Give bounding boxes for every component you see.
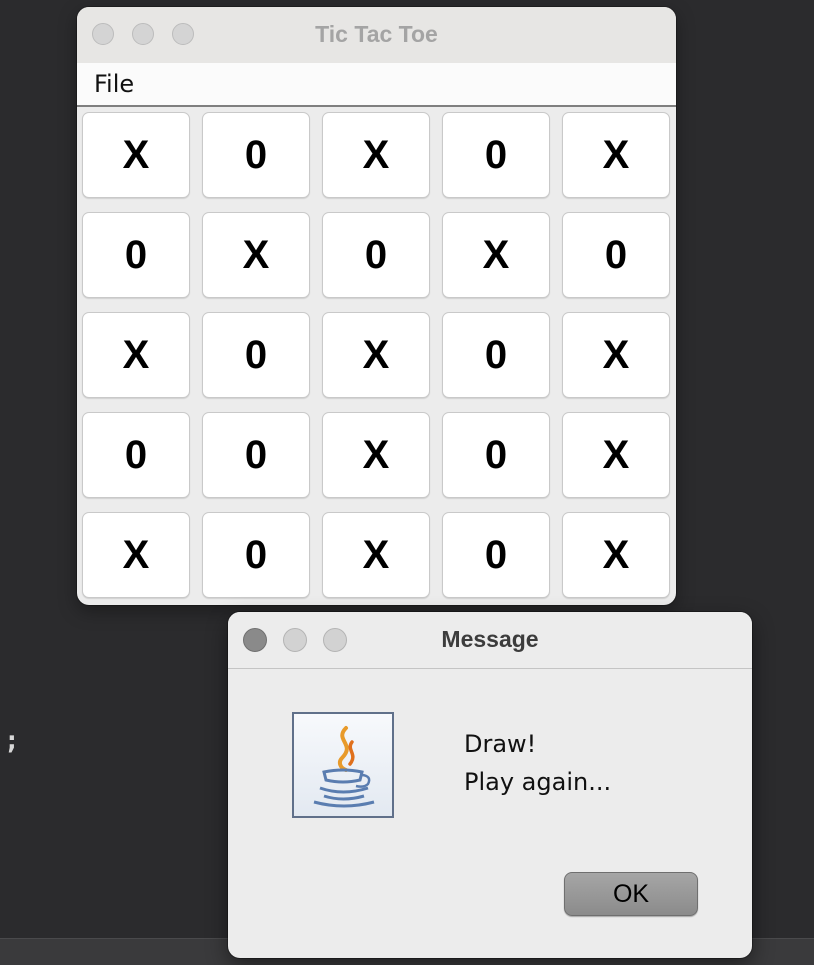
board-cell-r4-c1[interactable]: 0 xyxy=(82,412,190,498)
dialog-title: Message xyxy=(441,626,539,652)
board-cell-r5-c4[interactable]: 0 xyxy=(442,512,550,598)
board-cell-r4-c2[interactable]: 0 xyxy=(202,412,310,498)
tic-tac-toe-window: Tic Tac Toe File X0X0X0X0X0X0X0X00X0XX0X… xyxy=(77,7,676,605)
board-cell-r2-c4[interactable]: X xyxy=(442,212,550,298)
board-cell-r3-c2[interactable]: 0 xyxy=(202,312,310,398)
board-cell-r4-c5[interactable]: X xyxy=(562,412,670,498)
board-cell-r5-c5[interactable]: X xyxy=(562,512,670,598)
board-cell-r3-c3[interactable]: X xyxy=(322,312,430,398)
message-dialog: Message Draw! Play again... OK xyxy=(228,612,752,958)
dialog-titlebar[interactable]: Message xyxy=(228,612,752,669)
board-cell-r1-c2[interactable]: 0 xyxy=(202,112,310,198)
board-cell-r2-c5[interactable]: 0 xyxy=(562,212,670,298)
board-cell-r1-c4[interactable]: 0 xyxy=(442,112,550,198)
message-line-1: Draw! xyxy=(464,730,537,758)
board-cell-r4-c4[interactable]: 0 xyxy=(442,412,550,498)
board-cell-r5-c1[interactable]: X xyxy=(82,512,190,598)
ok-button[interactable]: OK xyxy=(564,872,698,916)
java-cup-icon xyxy=(292,712,394,818)
board-cell-r3-c4[interactable]: 0 xyxy=(442,312,550,398)
board-cell-r3-c5[interactable]: X xyxy=(562,312,670,398)
board-cell-r5-c3[interactable]: X xyxy=(322,512,430,598)
board-cell-r1-c3[interactable]: X xyxy=(322,112,430,198)
menu-file[interactable]: File xyxy=(94,63,134,105)
window-title: Tic Tac Toe xyxy=(315,21,438,47)
board-cell-r2-c1[interactable]: 0 xyxy=(82,212,190,298)
board-cell-r2-c2[interactable]: X xyxy=(202,212,310,298)
window-titlebar[interactable]: Tic Tac Toe xyxy=(77,7,676,63)
board-cell-r5-c2[interactable]: 0 xyxy=(202,512,310,598)
message-line-2: Play again... xyxy=(464,768,612,796)
board-cell-r1-c1[interactable]: X xyxy=(82,112,190,198)
menu-bar: File xyxy=(77,63,676,107)
board-cell-r2-c3[interactable]: 0 xyxy=(322,212,430,298)
board-cell-r3-c1[interactable]: X xyxy=(82,312,190,398)
background-code-text: ; xyxy=(4,726,20,756)
board-cell-r4-c3[interactable]: X xyxy=(322,412,430,498)
board-cell-r1-c5[interactable]: X xyxy=(562,112,670,198)
